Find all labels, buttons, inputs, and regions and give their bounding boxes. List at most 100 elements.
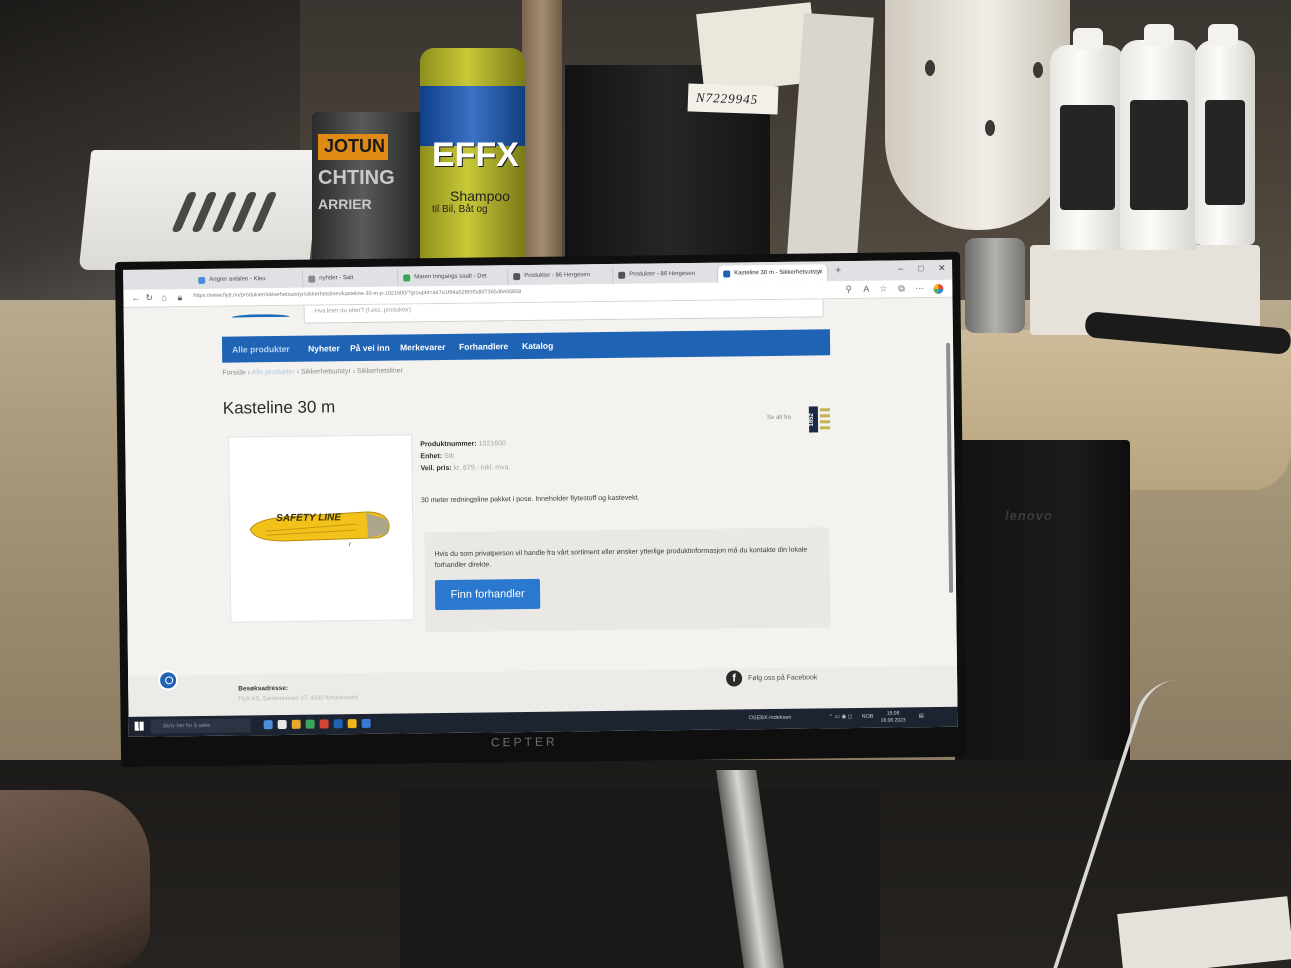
taskbar-app-icon[interactable] — [347, 719, 357, 729]
page-scrollbar[interactable] — [946, 342, 954, 593]
jotun-label-line3: ARRIER — [318, 196, 372, 212]
windows-start-icon[interactable] — [134, 721, 144, 731]
new-tab-button[interactable]: + — [835, 265, 841, 276]
breadcrumb-home[interactable]: Forside — [222, 369, 245, 376]
basket-slot — [251, 192, 278, 232]
tab-favicon-icon — [308, 275, 316, 283]
effx-label: EFFX — [432, 136, 519, 174]
jotun-label: JOTUN — [324, 136, 386, 156]
nav-item-news[interactable]: Nyheter — [308, 343, 340, 353]
read-aloud-icon[interactable]: A — [863, 284, 869, 294]
dealer-cta-box: Hvis du som privatperson vil handle fra … — [424, 527, 831, 633]
tab-label: nyhder - Salt — [319, 275, 354, 282]
brand-stripe — [819, 414, 830, 418]
tab-label: Produkter - 86 Hergesen — [629, 270, 695, 278]
meta-row: Produktnummer: 1021600 — [420, 438, 510, 451]
meta-row: Enhet: Stk — [420, 450, 510, 463]
breadcrumb-all-products[interactable]: Alle produkter — [252, 369, 295, 377]
nav-item-all-products[interactable]: Alle produkter — [232, 344, 290, 355]
taskbar-app-icon[interactable] — [277, 719, 287, 730]
fixture-hole — [985, 120, 995, 136]
more-icon[interactable]: ⋯ — [915, 283, 924, 294]
taskbar-app-icon[interactable] — [291, 719, 301, 729]
effx-bottle: EFFX Shampoo til Bil, Båt og — [420, 48, 525, 280]
browser-tab[interactable]: Maren Inngangs saalt - Det — [398, 268, 509, 287]
bottle-cap — [1208, 24, 1238, 46]
tray-icons[interactable]: ⌃ ▭ ◉ ◻ — [829, 714, 853, 720]
taskbar-app-icon[interactable] — [305, 719, 315, 729]
meta-row: Veil. pris: kr. 679,- inkl. mva. — [420, 462, 511, 475]
home-icon[interactable]: ⌂ — [161, 292, 167, 302]
taskbar-weather[interactable]: OSEBX-indeksen — [749, 715, 792, 722]
unit-value: Stk — [444, 452, 455, 460]
close-window-button[interactable]: ✕ — [938, 263, 946, 274]
tab-label: Angrer avtalen - Kleu — [209, 276, 266, 283]
clock-date: 16.06.2023 — [880, 717, 906, 724]
monitor: Angrer avtalen - Kleu nyhder - Salt Mare… — [115, 251, 967, 767]
browser-tab[interactable]: Angrer avtalen - Kleu — [193, 270, 304, 290]
search-placeholder: Hva leter du etter? (f.eks. produkter) — [314, 307, 412, 315]
white-bottle — [1050, 45, 1125, 250]
browser-tab[interactable]: Produkter - 86 Hergesen — [613, 265, 719, 284]
price-value: kr. 679,- inkl. mva. — [453, 464, 511, 472]
close-tab-icon[interactable]: ✕ — [818, 268, 823, 275]
taskbar-clock[interactable]: 15:08 16.06.2023 — [881, 710, 906, 724]
bottle-cap — [1144, 24, 1174, 46]
price-tag: N7229945 — [687, 83, 779, 115]
taskbar-language[interactable]: NOB — [862, 714, 874, 720]
taskbar-app-icon[interactable] — [319, 719, 329, 729]
dealer-cta-text: Hvis du som privatperson vil handle fra … — [434, 546, 808, 570]
tag-code: N7229945 — [695, 89, 759, 107]
pc-brand: lenovo — [1005, 508, 1053, 523]
monitor-brand: CEPTER — [490, 734, 558, 750]
browser-tab[interactable]: Produkter - 86 Hergesen — [508, 266, 614, 286]
back-icon[interactable]: ← — [131, 293, 140, 303]
nav-item-incoming[interactable]: På vei inn — [350, 343, 390, 353]
jotun-can: JOTUN CHTING ARRIER — [312, 112, 424, 277]
tab-favicon-icon — [198, 276, 206, 284]
nav-item-dealers[interactable]: Forhandlere — [459, 341, 508, 352]
jotun-label-line2: CHTING — [318, 167, 395, 189]
taskbar-app-icon[interactable] — [263, 720, 273, 730]
zoom-icon[interactable]: ⚲ — [845, 284, 852, 295]
unit-label: Enhet: — [420, 453, 443, 461]
fixture-hole — [925, 60, 935, 76]
wooden-post — [522, 0, 562, 275]
see-all-from[interactable]: Se alt fra — [767, 415, 791, 421]
minimize-button[interactable]: – — [898, 263, 903, 273]
effx-sub: Shampoo — [450, 188, 510, 204]
product-image-card[interactable]: SAFETY LINE — [228, 434, 415, 623]
web-page: Hva leter du etter? (f.eks. produkter) A… — [123, 297, 958, 717]
browser-tab-active[interactable]: Kasteline 30 m - Sikkerhetsutstyr ✕ — [718, 264, 829, 283]
collections-icon[interactable]: ⧉ — [898, 283, 905, 294]
breadcrumb-safety[interactable]: Sikkerhetsutstyr — [301, 368, 351, 376]
notification-icon[interactable]: ▤ — [919, 713, 924, 719]
facebook-link[interactable]: f Følg oss på Facebook — [726, 669, 818, 687]
product-description: 30 meter redningsline pakket i pose. Inn… — [420, 494, 640, 505]
price-label: Veil. pris: — [420, 464, 452, 473]
brand-1852-logo[interactable]: 1852 — [808, 406, 831, 433]
taskbar-search-input[interactable]: Skriv her for å søke — [150, 718, 251, 734]
taskbar-app-icon[interactable] — [361, 718, 371, 729]
browser-tab[interactable]: nyhder - Salt — [303, 269, 399, 288]
screen: Angrer avtalen - Kleu nyhder - Salt Mare… — [123, 259, 958, 737]
find-dealer-button[interactable]: Finn forhandler — [434, 578, 541, 611]
breadcrumb-lines[interactable]: Sikkerhetsliner — [357, 367, 403, 375]
bottle-cap — [1073, 28, 1103, 50]
maximize-button[interactable]: □ — [918, 263, 924, 273]
facebook-text: Følg oss på Facebook — [748, 674, 818, 683]
tab-favicon-icon — [723, 270, 731, 278]
tab-favicon-icon — [513, 273, 521, 281]
taskbar-app-icon[interactable] — [333, 719, 343, 729]
nav-item-catalog[interactable]: Katalog — [522, 341, 553, 351]
refresh-icon[interactable]: ↻ — [145, 293, 153, 304]
brand-stripe — [820, 426, 831, 430]
profile-icon[interactable] — [933, 283, 944, 295]
brand-badge: 1852 — [808, 406, 819, 433]
plastic-basket — [78, 150, 322, 270]
favorite-icon[interactable]: ☆ — [879, 284, 887, 295]
nav-item-brands[interactable]: Merkevarer — [400, 342, 445, 353]
site-logo[interactable] — [231, 306, 290, 325]
brand-stripe — [819, 420, 831, 424]
chat-icon[interactable] — [157, 670, 179, 691]
